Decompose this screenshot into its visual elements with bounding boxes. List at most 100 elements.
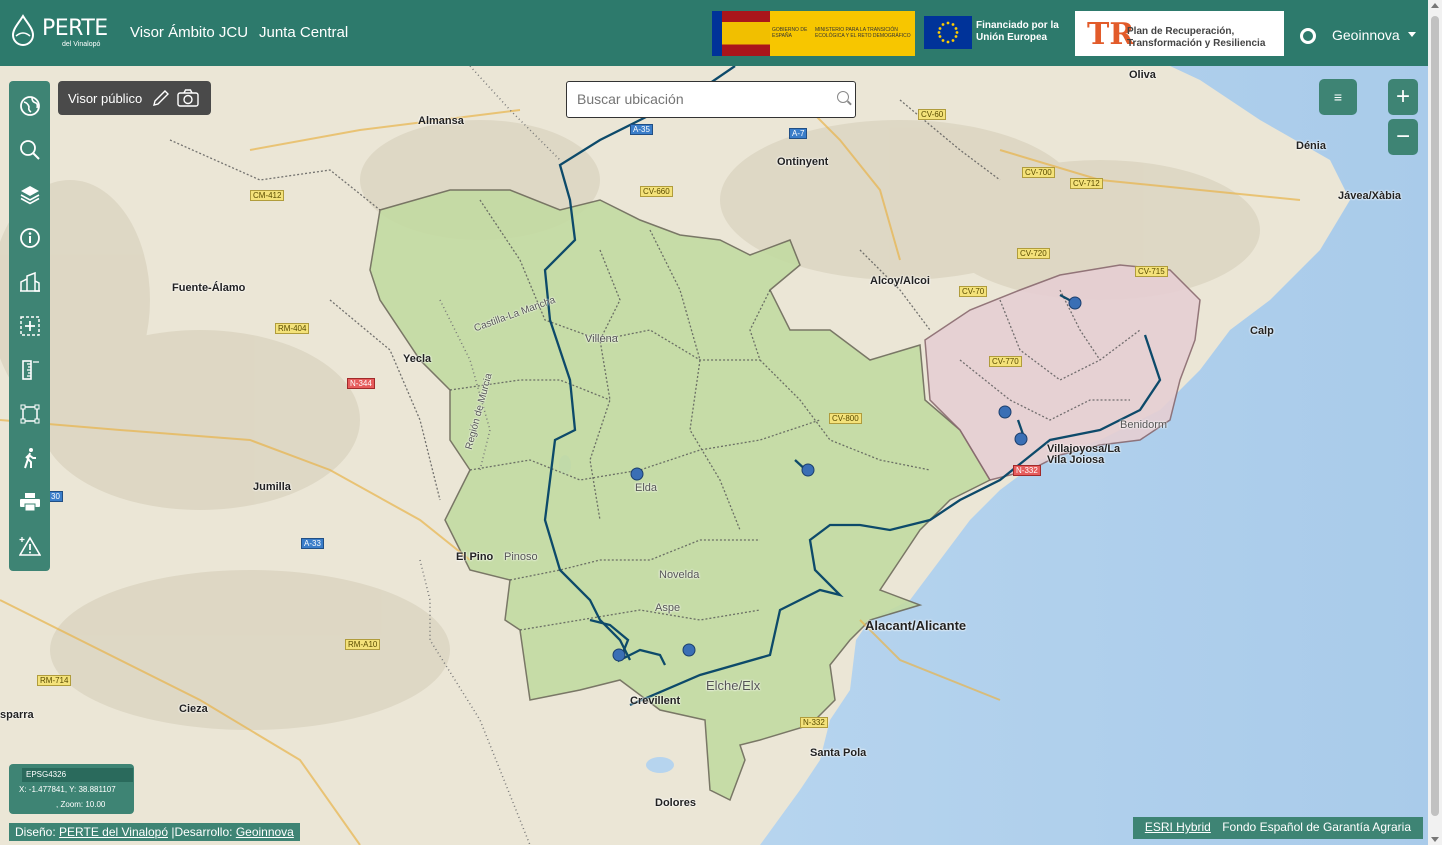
lifebuoy-icon[interactable] bbox=[1300, 28, 1316, 44]
road-shield: CV-60 bbox=[918, 109, 947, 120]
eu-funding-text: Financiado por la Unión Europea bbox=[976, 20, 1059, 43]
esri-link[interactable]: ESRI Hybrid bbox=[1145, 820, 1211, 834]
add-area-icon[interactable] bbox=[14, 310, 45, 341]
developer-link[interactable]: Geoinnova bbox=[236, 825, 294, 839]
place-label: Calp bbox=[1250, 325, 1274, 337]
location-search[interactable] bbox=[566, 81, 856, 118]
logo-text: PERTE bbox=[42, 16, 108, 41]
attribution-bar: ESRI Hybrid Fondo Español de Garantía Ag… bbox=[1132, 817, 1423, 839]
prtr-text: Plan de Recuperación, Transformación y R… bbox=[1127, 26, 1266, 49]
place-label: Oliva bbox=[1129, 69, 1156, 81]
drop-logo-icon bbox=[11, 14, 35, 46]
search-icon[interactable] bbox=[837, 91, 849, 103]
place-label: Alacant/Alicante bbox=[865, 618, 967, 633]
page-scrollbar[interactable] bbox=[1428, 0, 1442, 845]
search-input[interactable] bbox=[577, 91, 827, 107]
gobierno-logo: GOBIERNO DE ESPAÑA MINISTERIO PARA LA TR… bbox=[712, 11, 915, 56]
globe-icon[interactable] bbox=[14, 90, 45, 121]
design-link[interactable]: PERTE del Vinalopó bbox=[59, 825, 168, 839]
road-shield: CV-800 bbox=[829, 413, 862, 424]
side-toolbar bbox=[9, 81, 50, 571]
nav-junta-central[interactable]: Junta Central bbox=[259, 24, 348, 41]
perte-logo[interactable]: PERTE del Vinalopó bbox=[10, 14, 108, 50]
fega-attribution: Fondo Español de Garantía Agraria bbox=[1222, 820, 1411, 834]
scroll-down-icon[interactable] bbox=[1431, 837, 1439, 842]
camera-icon[interactable] bbox=[177, 88, 199, 108]
road-shield: A-33 bbox=[301, 538, 324, 549]
print-icon[interactable] bbox=[14, 486, 45, 517]
road-shield: RM-404 bbox=[275, 323, 310, 334]
road-shield: CV-660 bbox=[640, 186, 673, 197]
road-shield: N-344 bbox=[347, 378, 375, 389]
coordinates-readout: X: -1.477841, Y: 38.881107 bbox=[19, 785, 116, 794]
place-label: Villajoyosa/La Vila Joiosa bbox=[1047, 443, 1121, 466]
road-shield: CV-770 bbox=[989, 356, 1022, 367]
place-label: Yecla bbox=[403, 353, 432, 365]
info-icon[interactable] bbox=[14, 222, 45, 253]
eu-flag-icon bbox=[924, 16, 972, 49]
chevron-down-icon[interactable] bbox=[1408, 32, 1416, 37]
scroll-up-icon[interactable] bbox=[1431, 3, 1439, 8]
map-canvas[interactable]: Oliva Almansa Ontinyent Dénia Jávea/Xàbi… bbox=[0, 66, 1428, 845]
legend-toggle-button[interactable]: ≡ bbox=[1319, 79, 1357, 115]
credit-prefix: Diseño: bbox=[15, 825, 60, 839]
layers-icon[interactable] bbox=[14, 178, 45, 209]
scroll-thumb[interactable] bbox=[1431, 16, 1439, 816]
coordinates-panel: EPSG4326 X: -1.477841, Y: 38.881107 , Zo… bbox=[9, 764, 134, 814]
visor-label: Visor público bbox=[68, 91, 143, 106]
road-shield: RM-A10 bbox=[345, 639, 381, 650]
user-menu[interactable]: Geoinnova bbox=[1332, 27, 1400, 43]
place-label: Santa Pola bbox=[810, 747, 867, 759]
road-shield: CM-412 bbox=[250, 190, 285, 201]
place-label: Dénia bbox=[1296, 140, 1326, 152]
place-label: Cieza bbox=[179, 703, 208, 715]
search-icon[interactable] bbox=[14, 134, 45, 165]
logo-subtitle: del Vinalopó bbox=[62, 41, 101, 48]
place-label: Novelda bbox=[659, 569, 700, 581]
place-label: Crevillent bbox=[630, 695, 681, 707]
credit-mid: |Desarrollo: bbox=[168, 825, 236, 839]
zoom-in-button[interactable]: + bbox=[1388, 79, 1418, 115]
zoom-out-button[interactable]: − bbox=[1388, 119, 1418, 155]
place-label: El Pino bbox=[456, 551, 494, 563]
place-label: Jumilla bbox=[253, 481, 291, 493]
place-label: Elda bbox=[635, 482, 658, 494]
road-shield: N-332 bbox=[1013, 465, 1041, 476]
ruler-icon[interactable] bbox=[14, 354, 45, 385]
nav-visor-ambito[interactable]: Visor Ámbito JCU bbox=[130, 24, 248, 41]
road-shield: RM-714 bbox=[37, 675, 72, 686]
place-label: Almansa bbox=[418, 115, 464, 127]
road-shield: CV-720 bbox=[1017, 248, 1050, 259]
basemap bbox=[0, 66, 1428, 845]
place-label: Pinoso bbox=[504, 551, 538, 563]
ministerio-text: MINISTERIO PARA LA TRANSICIÓN ECOLÓGICA … bbox=[815, 27, 911, 39]
road-shield: 30 bbox=[48, 491, 63, 502]
place-label: Ontinyent bbox=[777, 156, 829, 168]
road-shield: CV-712 bbox=[1070, 178, 1103, 189]
alert-icon[interactable] bbox=[14, 530, 45, 561]
visor-panel: Visor público bbox=[58, 81, 211, 115]
place-label: Elche/Elx bbox=[706, 678, 761, 693]
buildings-icon[interactable] bbox=[14, 266, 45, 297]
gobierno-text: GOBIERNO DE ESPAÑA bbox=[772, 27, 808, 39]
projection-select[interactable]: EPSG4326 bbox=[22, 768, 133, 782]
place-label: Benidorm bbox=[1120, 419, 1168, 431]
extent-icon[interactable] bbox=[14, 398, 45, 429]
place-label: Alcoy/Alcoi bbox=[870, 275, 930, 287]
road-shield: CV-700 bbox=[1022, 167, 1055, 178]
place-label: sparra bbox=[0, 709, 34, 721]
place-label: Villena bbox=[585, 333, 618, 345]
road-shield: A-7 bbox=[789, 128, 808, 139]
credits-bar: Diseño: PERTE del Vinalopó |Desarrollo: … bbox=[9, 823, 300, 841]
place-label: Aspe bbox=[655, 602, 681, 614]
prtr-logo: TR Plan de Recuperación, Transformación … bbox=[1075, 11, 1284, 56]
road-shield: N-332 bbox=[800, 717, 828, 728]
walk-icon[interactable] bbox=[14, 442, 45, 473]
road-shield: CV-70 bbox=[959, 286, 988, 297]
road-shield: CV-715 bbox=[1135, 266, 1168, 277]
road-shield: A-35 bbox=[630, 124, 653, 135]
place-label: Jávea/Xàbia bbox=[1338, 190, 1401, 202]
place-label: Dolores bbox=[655, 797, 696, 809]
place-label: Fuente-Álamo bbox=[172, 282, 246, 294]
pencil-icon[interactable] bbox=[150, 88, 172, 108]
